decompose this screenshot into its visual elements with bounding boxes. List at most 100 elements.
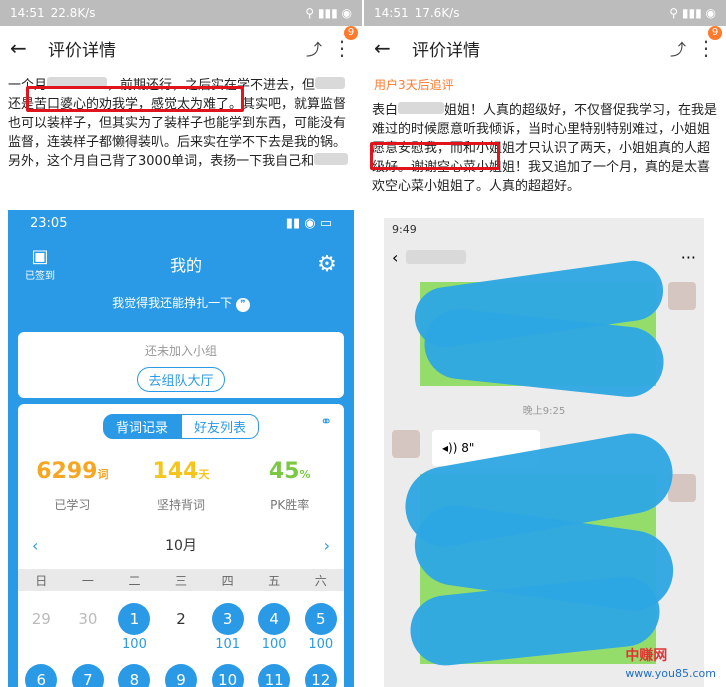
weekday-label: 一 [81,573,94,588]
left-screenshot: 14:51 22.8K/s ⚲ ▮▮▮ ◉ ← 评价详情 ⤴ ⋮ 9 一个月 ，前期… [0,0,362,687]
calendar-day[interactable]: 11 [251,664,298,687]
stat-number: 144天 [152,459,210,484]
tab-word-record[interactable]: 背词记录 [102,414,181,439]
weekday-label: 二 [128,573,141,588]
calendar-day[interactable]: 29 [18,603,65,652]
page-title: 评价详情 [48,40,116,61]
more-menu-icon[interactable]: ⋮ 9 [332,26,358,60]
chat-back-icon[interactable]: ‹ [392,248,398,267]
status-speed: 17.6K/s [414,6,460,20]
month-label: 10月 [165,538,197,554]
group-hall-button[interactable]: 去组队大厅 [137,367,225,392]
calendar-day[interactable]: 12 [297,664,344,687]
inner-status-time: 23:05 [30,215,68,231]
blurred-name [398,102,445,114]
calendar-row: 6 7 8 9 10 11 12 [18,664,344,687]
day-number: 4 [258,603,291,635]
watermark: 中赚网 www.you85.com [625,648,716,680]
avatar [668,282,696,310]
weekday-header: 日一二三四五六 [18,569,344,591]
tab-friends[interactable]: 好友列表 [181,414,260,439]
calendar-icon: ▣ [31,246,49,267]
inner-status-icons: ▮▮ ◉ ▭ [285,215,332,231]
weekday-label: 三 [175,573,188,588]
calendar-day[interactable]: 3 101 [204,603,251,652]
stats-tabs: 背词记录 好友列表 [18,414,344,439]
day-number: 29 [31,610,51,628]
day-word-count: 100 [308,637,334,652]
notification-badge: 9 [344,26,358,40]
day-word-count: 100 [122,637,147,652]
app-bar: ← 评价详情 ⤴ ⋮ 9 [0,26,362,70]
back-arrow-icon[interactable]: ← [10,36,38,60]
stat-item: 144天坚持背词 [127,459,236,513]
highlight-box [26,86,244,112]
stats-card: 背词记录 好友列表 ⚭ 6299词 已学习 144天 坚持背词 45% PK胜率 ‹ 10… [18,404,344,687]
stat-label: PK胜率 [270,498,310,512]
avatar [392,430,420,458]
stat-label: 已学习 [54,498,91,512]
share-nodes-icon[interactable]: ⚭ [320,414,332,430]
calendar-row: 29 30 1 100 2 3 101 4 100 5 100 [18,603,344,652]
day-word-count: 101 [215,637,241,652]
chat-header: ‹ ··· [384,240,704,274]
stat-number: 45% [268,459,311,484]
stat-item: 6299词 已学习 [18,459,127,513]
calendar-day[interactable]: 5 100 [297,603,344,652]
share-icon[interactable]: ⤴ [306,36,322,60]
calendar-day[interactable]: 1 100 [111,603,158,652]
highlight-box [370,142,500,170]
chat-time: 9:49 [392,222,417,236]
next-month-icon[interactable]: › [324,536,330,555]
more-menu-icon[interactable]: ⋮ 9 [696,26,722,60]
calendar-day[interactable]: 9 [158,664,205,687]
group-tip: 还未加入小组 [144,344,217,358]
status-speed: 22.8K/s [50,6,96,20]
status-time: 14:51 [374,6,409,20]
calendar-day[interactable]: 4 100 [251,603,298,652]
day-number: 6 [25,664,58,687]
motto: 我觉得我还能挣扎一下 ❞ [8,294,354,312]
stat-unit: 天 [198,468,210,481]
calendar-day[interactable]: 7 [65,664,112,687]
back-arrow-icon[interactable]: ← [374,36,402,60]
followup-label: 用户3天后追评 [374,78,454,92]
calendar-day[interactable]: 30 [65,603,112,652]
calendar-signin[interactable]: ▣ 已签到 [20,246,60,282]
status-icons: ⚲ ▮▮▮ ◉ [669,6,716,20]
stat-unit: % [299,468,311,481]
calendar-day[interactable]: 2 [158,603,205,652]
day-word-count: 100 [261,637,287,652]
chat-screenshot: 9:49 ‹ ··· 晚上9:25 ◂)) 8" [384,218,704,687]
status-time: 14:51 [10,6,45,20]
day-number: 7 [71,664,104,687]
app-bar: ← 评价详情 ⤴ ⋮ 9 [364,26,726,70]
weekday-label: 六 [314,573,327,588]
share-icon[interactable]: ⤴ [670,36,686,60]
chat-more-icon[interactable]: ··· [681,248,696,267]
weekday-label: 日 [35,573,48,588]
day-number: 9 [165,664,198,687]
chat-timestamp: 晚上9:25 [522,406,566,417]
day-number: 12 [304,664,337,687]
calendar-day[interactable]: 10 [204,664,251,687]
day-number: 5 [304,603,337,635]
calendar-day[interactable]: 8 [111,664,158,687]
day-number: 10 [211,664,244,687]
weekday-label: 五 [268,573,281,588]
day-number: 11 [258,664,291,687]
status-bar: 14:51 22.8K/s ⚲ ▮▮▮ ◉ [0,0,362,26]
blurred-contact-name [406,250,467,264]
inner-status-bar: 23:05 ▮▮ ◉ ▭ [8,210,354,236]
embedded-app-screenshot: 23:05 ▮▮ ◉ ▭ ▣ 已签到 我的 ⚙ 我觉得我还能挣扎一下 ❞ 还未加入小… [8,210,354,687]
stat-label: 坚持背词 [157,498,206,512]
calendar-day[interactable]: 6 [18,664,65,687]
blurred-name [315,77,346,89]
day-number: 3 [211,603,244,635]
gear-icon[interactable]: ⚙ [312,252,342,277]
status-icons: ⚲ ▮▮▮ ◉ [305,6,352,20]
inner-title: 我的 [169,256,202,275]
status-bar: 14:51 17.6K/s ⚲ ▮▮▮ ◉ [364,0,726,26]
signed-label: 已签到 [25,271,55,282]
stat-item: 45% PK胜率 [235,459,344,513]
